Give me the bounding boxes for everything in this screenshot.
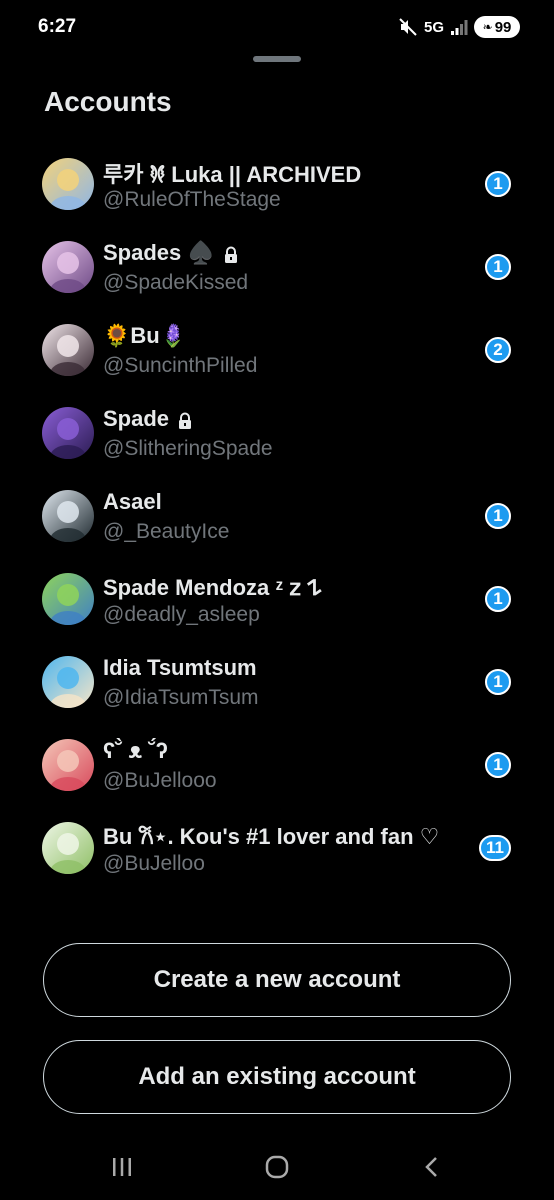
battery-indicator: ❧ 99 [474, 16, 520, 38]
account-row[interactable]: @infectedl0ve [0, 134, 554, 143]
account-avatar [42, 407, 94, 459]
account-handle: @RuleOfTheStage [103, 188, 281, 211]
account-name: Bu 𐙚⋆. Kou's #1 lover and fan ♡ [103, 821, 439, 851]
recents-icon [113, 1158, 131, 1176]
account-handle: @IdiaTsumTsum [103, 686, 259, 709]
account-avatar [42, 822, 94, 874]
account-name: 🌻Bu🪻 [103, 323, 187, 349]
notification-count-badge: 1 [485, 752, 511, 778]
notification-count-badge: 1 [485, 503, 511, 529]
account-name: Asael [103, 489, 162, 515]
notification-count-badge: 11 [479, 835, 511, 861]
account-avatar [42, 739, 94, 791]
account-row[interactable]: Spade @SlitheringSpade [0, 392, 554, 475]
lock-icon [177, 410, 193, 429]
account-row[interactable]: Bu 𐙚⋆. Kou's #1 lover and fan ♡ @BuJelloo… [0, 807, 554, 890]
status-icons: 5G ❧ 99 [398, 16, 520, 38]
status-bar: 6:27 5G ❧ 99 [0, 0, 554, 60]
account-name-text: Spade [103, 406, 170, 431]
add-existing-account-button[interactable]: Add an existing account [43, 1040, 511, 1114]
account-name: Spades ♠️ [103, 240, 239, 266]
account-name-text: Idia Tsumtsum [103, 655, 257, 680]
sheet-title: Accounts [44, 86, 172, 117]
account-name: 루카 𐦍 Luka || ARCHIVED [103, 157, 361, 192]
account-list: @infectedl0ve루카 𐦍 Luka || ARCHIVED@RuleO… [0, 134, 554, 890]
account-handle: @BuJelloo [103, 852, 205, 875]
system-nav-bar [0, 1130, 554, 1200]
battery-level: 99 [494, 18, 512, 36]
create-account-button[interactable]: Create a new account [43, 943, 511, 1017]
account-row[interactable]: Spades ♠️ @SpadeKissed 1 [0, 226, 554, 309]
account-row[interactable]: 루카 𐦍 Luka || ARCHIVED @RuleOfTheStage 1 [0, 143, 554, 226]
lock-icon [223, 244, 239, 263]
account-avatar [42, 158, 94, 210]
account-handle: @SlitheringSpade [103, 437, 273, 460]
account-row[interactable]: Idia Tsumtsum @IdiaTsumTsum 1 [0, 641, 554, 724]
account-name: Spade Mendoza ᶻ 𝗓 𐰁 [103, 572, 322, 602]
notification-count-badge: 1 [485, 254, 511, 280]
account-name-text: Bu 𐙚⋆. Kou's #1 lover and fan ♡ [103, 824, 440, 849]
battery-saver-icon: ❧ [482, 20, 493, 34]
account-avatar [42, 490, 94, 542]
signal-icon [451, 20, 468, 35]
account-name-text: Asael [103, 489, 162, 514]
account-avatar [42, 241, 94, 293]
status-time: 6:27 [38, 16, 77, 37]
home-icon [265, 1155, 289, 1179]
account-handle: @BuJellooo [103, 769, 217, 792]
account-name-text: 루카 𐦍 Luka || ARCHIVED [103, 162, 362, 187]
account-avatar [42, 656, 94, 708]
account-name-text: 🌻Bu🪻 [103, 323, 188, 348]
notification-count-badge: 2 [485, 337, 511, 363]
notification-count-badge: 1 [485, 669, 511, 695]
account-row[interactable]: Spade Mendoza ᶻ 𝗓 𐰁 @deadly_asleep 1 [0, 558, 554, 641]
account-handle: @deadly_asleep [103, 603, 260, 626]
account-avatar [42, 573, 94, 625]
account-row[interactable]: ʕ˘̀ ᴥ ˘́ʔ @BuJellooo 1 [0, 724, 554, 807]
account-name-text: Spade Mendoza ᶻ 𝗓 𐰁 [103, 575, 322, 600]
account-list-viewport[interactable]: @infectedl0ve루카 𐦍 Luka || ARCHIVED@RuleO… [0, 134, 554, 924]
network-label: 5G [423, 18, 444, 36]
account-handle: @SpadeKissed [103, 271, 249, 294]
notification-count-badge: 1 [485, 171, 511, 197]
account-handle: @_BeautyIce [103, 520, 230, 543]
account-name: ʕ˘̀ ᴥ ˘́ʔ [103, 738, 168, 764]
notification-count-badge: 1 [485, 586, 511, 612]
account-handle: @SuncinthPilled [103, 354, 258, 377]
account-name-text: ʕ˘̀ ᴥ ˘́ʔ [103, 738, 168, 763]
back-icon [425, 1157, 437, 1177]
back-button[interactable] [412, 1152, 452, 1182]
account-row[interactable]: 🌻Bu🪻 @SuncinthPilled 2 [0, 309, 554, 392]
account-avatar [42, 324, 94, 376]
sheet-drag-handle[interactable] [253, 56, 301, 62]
account-row[interactable]: Asael @_BeautyIce 1 [0, 475, 554, 558]
account-name: Spade [103, 406, 193, 432]
recents-button[interactable] [102, 1152, 142, 1182]
account-name: Idia Tsumtsum [103, 655, 257, 681]
account-name-text: Spades ♠️ [103, 240, 215, 265]
home-button[interactable] [257, 1152, 297, 1182]
mute-icon [399, 18, 417, 36]
